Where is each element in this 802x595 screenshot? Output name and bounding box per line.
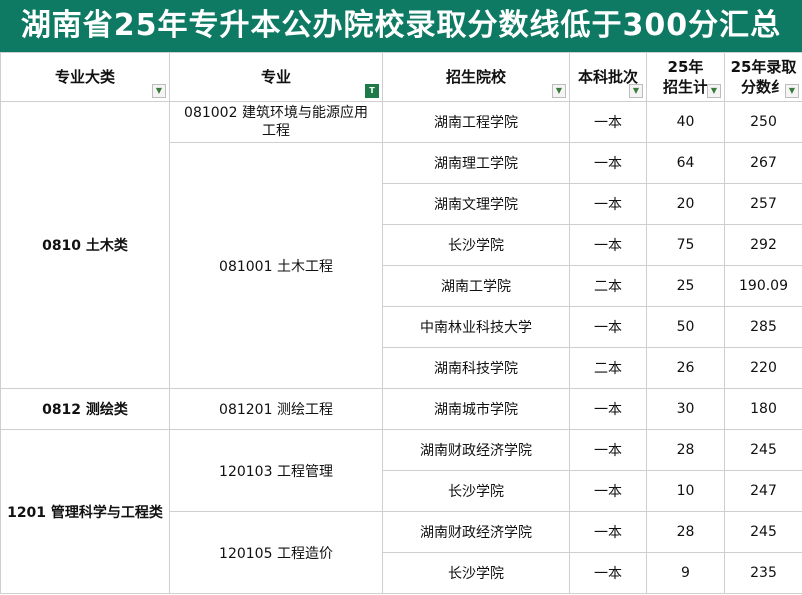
- header-category: 专业大类 ▼: [0, 52, 170, 102]
- batch-cell[interactable]: 一本: [569, 183, 647, 225]
- header-school: 招生院校 ▼: [382, 52, 570, 102]
- score-cell[interactable]: 190.09: [724, 265, 802, 307]
- table-row: 0810 土木类 081002 建筑环境与能源应用工程 湖南工程学院 一本 40…: [0, 101, 802, 389]
- score-cell[interactable]: 285: [724, 306, 802, 348]
- active-filter-icon[interactable]: T: [365, 84, 379, 98]
- dropdown-filter-icon[interactable]: ▼: [552, 84, 566, 98]
- score-cell[interactable]: 245: [724, 511, 802, 553]
- score-cell[interactable]: 267: [724, 142, 802, 184]
- school-cell[interactable]: 长沙学院: [382, 470, 570, 512]
- major-cell[interactable]: 120103 工程管理: [169, 429, 383, 512]
- header-score: 25年录取 分数纟 ▼: [724, 52, 802, 102]
- major-cell[interactable]: 081001 土木工程: [169, 142, 383, 389]
- table-row: 1201 管理科学与工程类 120103 工程管理 湖南财政经济学院 一本 28…: [0, 429, 802, 594]
- batch-cell[interactable]: 一本: [569, 388, 647, 430]
- plan-cell[interactable]: 25: [646, 265, 725, 307]
- plan-cell[interactable]: 20: [646, 183, 725, 225]
- plan-cell[interactable]: 28: [646, 511, 725, 553]
- dropdown-filter-icon[interactable]: ▼: [785, 84, 799, 98]
- plan-cell[interactable]: 50: [646, 306, 725, 348]
- dropdown-filter-icon[interactable]: ▼: [629, 84, 643, 98]
- header-batch: 本科批次 ▼: [569, 52, 647, 102]
- score-cell[interactable]: 220: [724, 347, 802, 389]
- school-cell[interactable]: 湖南文理学院: [382, 183, 570, 225]
- school-cell[interactable]: 湖南工程学院: [382, 101, 570, 143]
- score-cell[interactable]: 245: [724, 429, 802, 471]
- batch-cell[interactable]: 一本: [569, 552, 647, 594]
- batch-cell[interactable]: 一本: [569, 470, 647, 512]
- score-table: 专业大类 ▼ 专业 T 招生院校 ▼ 本科批次 ▼ 25年 招生计 ▼ 25年录…: [0, 52, 802, 594]
- table-row: 0812 测绘类 081201 测绘工程 湖南城市学院 一本 30 180: [0, 388, 802, 430]
- batch-cell[interactable]: 一本: [569, 429, 647, 471]
- dropdown-filter-icon[interactable]: ▼: [707, 84, 721, 98]
- plan-cell[interactable]: 64: [646, 142, 725, 184]
- school-cell[interactable]: 湖南城市学院: [382, 388, 570, 430]
- major-cell[interactable]: 081201 测绘工程: [169, 388, 383, 430]
- plan-cell[interactable]: 9: [646, 552, 725, 594]
- score-cell[interactable]: 250: [724, 101, 802, 143]
- batch-cell[interactable]: 一本: [569, 101, 647, 143]
- score-cell[interactable]: 247: [724, 470, 802, 512]
- plan-cell[interactable]: 26: [646, 347, 725, 389]
- page-title: 湖南省25年专升本公办院校录取分数线低于300分汇总: [0, 0, 802, 52]
- plan-cell[interactable]: 40: [646, 101, 725, 143]
- batch-cell[interactable]: 一本: [569, 511, 647, 553]
- score-cell[interactable]: 180: [724, 388, 802, 430]
- batch-cell[interactable]: 二本: [569, 265, 647, 307]
- header-plan: 25年 招生计 ▼: [646, 52, 725, 102]
- school-cell[interactable]: 湖南科技学院: [382, 347, 570, 389]
- batch-cell[interactable]: 一本: [569, 142, 647, 184]
- dropdown-filter-icon[interactable]: ▼: [152, 84, 166, 98]
- batch-cell[interactable]: 一本: [569, 224, 647, 266]
- category-cell[interactable]: 0812 测绘类: [0, 388, 170, 430]
- school-cell[interactable]: 湖南财政经济学院: [382, 511, 570, 553]
- school-cell[interactable]: 湖南工学院: [382, 265, 570, 307]
- category-cell[interactable]: 1201 管理科学与工程类: [0, 429, 170, 594]
- batch-cell[interactable]: 一本: [569, 306, 647, 348]
- header-major: 专业 T: [169, 52, 383, 102]
- plan-cell[interactable]: 30: [646, 388, 725, 430]
- school-cell[interactable]: 湖南财政经济学院: [382, 429, 570, 471]
- school-cell[interactable]: 中南林业科技大学: [382, 306, 570, 348]
- batch-cell[interactable]: 二本: [569, 347, 647, 389]
- school-cell[interactable]: 长沙学院: [382, 552, 570, 594]
- major-cell[interactable]: 120105 工程造价: [169, 511, 383, 594]
- header-row: 专业大类 ▼ 专业 T 招生院校 ▼ 本科批次 ▼ 25年 招生计 ▼ 25年录…: [0, 52, 802, 102]
- plan-cell[interactable]: 75: [646, 224, 725, 266]
- plan-cell[interactable]: 28: [646, 429, 725, 471]
- score-cell[interactable]: 257: [724, 183, 802, 225]
- score-cell[interactable]: 235: [724, 552, 802, 594]
- category-cell[interactable]: 0810 土木类: [0, 101, 170, 389]
- school-cell[interactable]: 湖南理工学院: [382, 142, 570, 184]
- major-cell[interactable]: 081002 建筑环境与能源应用工程: [169, 101, 383, 143]
- school-cell[interactable]: 长沙学院: [382, 224, 570, 266]
- score-cell[interactable]: 292: [724, 224, 802, 266]
- plan-cell[interactable]: 10: [646, 470, 725, 512]
